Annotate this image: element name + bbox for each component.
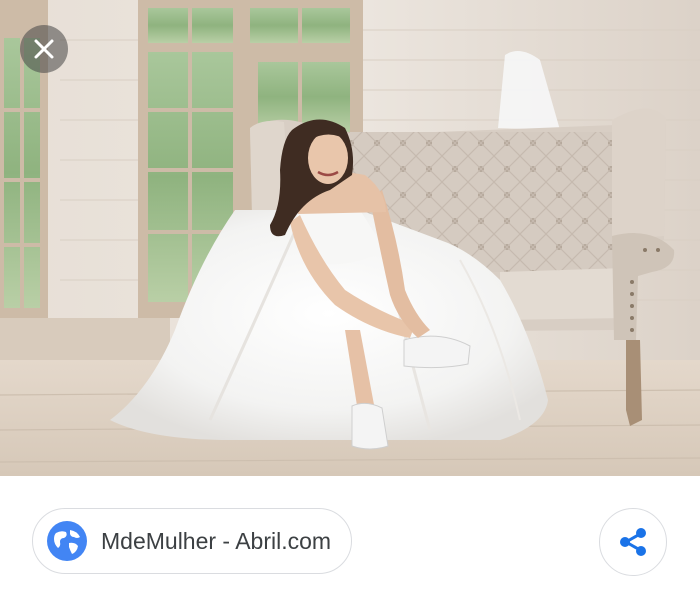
globe-icon [47, 521, 87, 561]
close-icon [34, 39, 54, 59]
source-footer: MdeMulher - Abril.com [0, 476, 700, 594]
share-icon [620, 528, 646, 556]
share-button[interactable] [599, 508, 667, 576]
image-viewer [0, 0, 700, 476]
bride-photo [0, 0, 700, 476]
close-button[interactable] [20, 25, 68, 73]
source-label: MdeMulher - Abril.com [101, 527, 332, 554]
source-chip[interactable]: MdeMulher - Abril.com [32, 508, 352, 574]
